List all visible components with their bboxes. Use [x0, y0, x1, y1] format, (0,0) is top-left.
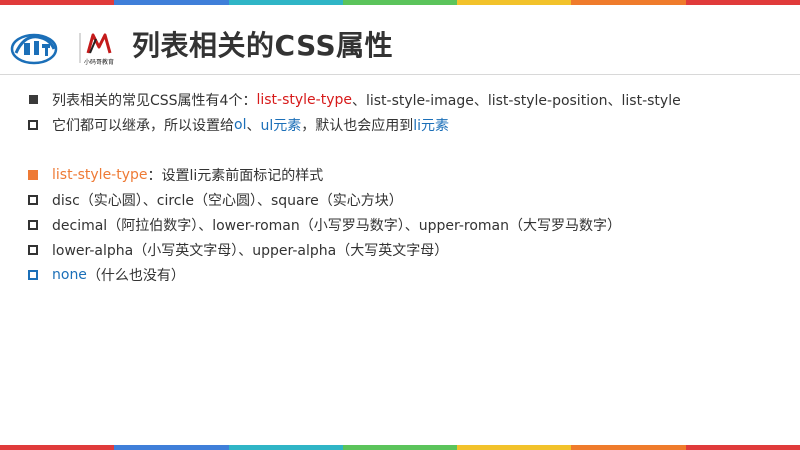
bullet-line: lower-alpha（小写英文字母）、upper-alpha（大写英文字母）	[26, 237, 786, 262]
text-segment: ul元素	[260, 117, 302, 134]
text-segment: ：设置li元素前面标记的样式	[147, 167, 324, 184]
bullet-line: disc（实心圆）、circle（空心圆）、square（实心方块）	[26, 187, 786, 212]
text-segment: 、	[246, 117, 261, 134]
stripe-segment	[114, 445, 229, 450]
text-segment: lower-alpha（小写英文字母）、upper-alpha（大写英文字母）	[52, 242, 449, 259]
bullet-square-icon	[28, 169, 38, 180]
logo-brand-text: 小码哥教育	[84, 58, 114, 66]
stripe-segment	[228, 445, 343, 450]
text-segment: 它们都可以继承，所以设置给	[52, 117, 234, 134]
text-segment: ol	[234, 116, 247, 133]
bullet-line: none （什么也没有）	[26, 262, 786, 287]
bullet-line	[26, 137, 786, 162]
bullet-square-icon	[28, 219, 38, 230]
bullet-square-icon	[28, 244, 38, 255]
bullet-line: 它们都可以继承，所以设置给 ol、 ul元素 ，默认也会应用到 li元素	[26, 112, 786, 137]
bullet-line: decimal（阿拉伯数字）、lower-roman（小写罗马数字）、upper…	[26, 212, 786, 237]
bullet-square-icon	[29, 95, 38, 104]
stripe-segment	[571, 445, 686, 450]
stripe-segment	[0, 445, 115, 450]
stripe-segment	[342, 445, 458, 450]
bottom-color-stripe	[0, 445, 800, 450]
text-segment: decimal（阿拉伯数字）、lower-roman（小写罗马数字）、upper…	[52, 217, 622, 234]
text-segment: ，默认也会应用到	[301, 117, 414, 134]
text-segment: 列表相关的常见CSS属性有4个：	[52, 92, 257, 109]
bullet-square-icon	[28, 119, 38, 130]
text-segment: 、list-style-image、list-style-position、li…	[351, 92, 681, 109]
page-title: 列表相关的CSS属性	[132, 29, 394, 62]
slide-header: 小码哥教育 列表相关的CSS属性	[0, 5, 800, 75]
text-segment: list-style-type	[256, 91, 352, 108]
bullet-line: 列表相关的常见CSS属性有4个： list-style-type 、list-sty…	[26, 87, 786, 112]
text-segment: disc（实心圆）、circle（空心圆）、square（实心方块）	[52, 192, 403, 209]
text-segment: list-style-type	[52, 166, 148, 183]
bullet-list: 列表相关的常见CSS属性有4个： list-style-type 、list-sty…	[26, 87, 786, 287]
bullet-line: list-style-type ：设置li元素前面标记的样式	[26, 162, 786, 187]
brand-logo-icon: 小码哥教育	[10, 33, 114, 66]
bullet-square-icon	[28, 194, 38, 205]
text-segment: （什么也没有）	[86, 267, 185, 284]
text-segment: li元素	[413, 117, 450, 134]
header-divider	[0, 74, 800, 75]
bullet-square-icon	[28, 269, 38, 280]
stripe-segment	[457, 445, 572, 450]
stripe-segment	[685, 445, 800, 450]
text-segment: none	[52, 266, 87, 283]
mashibing-logo-icon	[86, 33, 112, 54]
